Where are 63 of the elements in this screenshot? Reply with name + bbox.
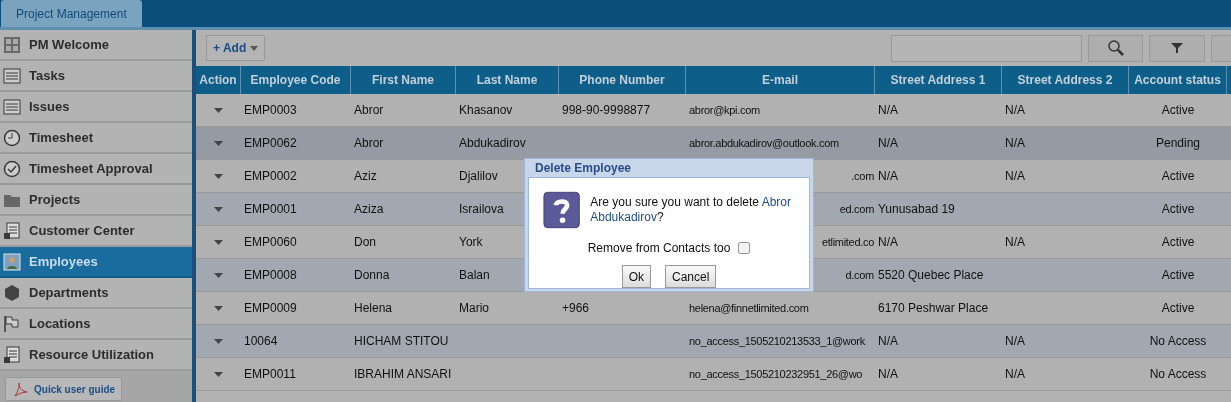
table-cell-text: Abror	[354, 135, 384, 152]
table-cell-text: .com	[851, 168, 874, 184]
checkbox-label: Remove from Contacts too	[587, 240, 731, 257]
table-cell-text: ed.com	[839, 201, 874, 217]
table-cell-text: EMP0001	[244, 201, 297, 218]
table-cell-text: Don	[354, 234, 376, 251]
table-cell-text: d.com	[845, 267, 874, 283]
table-cell-text: Active	[1161, 201, 1195, 218]
table-cell-text: N/A	[878, 168, 898, 185]
table-cell-text: Djalilov	[459, 168, 498, 185]
table-cell-text: N/A	[878, 366, 898, 383]
table-cell-text: Balan	[459, 267, 490, 284]
table-cell-text: helena@finnetlimited.com	[689, 300, 809, 316]
table-cell-text: N/A	[1005, 135, 1025, 152]
dialog-title: Delete Employee	[534, 160, 633, 177]
table-cell-text: No Access	[1149, 366, 1207, 383]
table-cell-text: Israilova	[459, 201, 504, 218]
table-cell-text: no_access_1505210232951_26@wo	[689, 366, 863, 382]
table-cell-text: Active	[1161, 102, 1195, 119]
table-cell-text: EMP0008	[244, 267, 297, 284]
table-cell-text: Active	[1161, 267, 1195, 284]
table-cell-text: N/A	[1005, 234, 1025, 251]
table-cell-text: Pending	[1155, 135, 1200, 152]
table-cell-text: Abror	[354, 102, 384, 119]
table-cell-text: Donna	[354, 267, 390, 284]
table-cell-text: Mario	[459, 300, 489, 317]
table-cell-text: EMP0011	[244, 366, 296, 383]
table-cell-text: N/A	[1005, 102, 1025, 119]
table-cell-text: HICHAM STITOU	[354, 333, 449, 350]
table-cell-text: Active	[1161, 300, 1195, 317]
table-cell-text: Active	[1161, 168, 1195, 185]
table-cell-text: Aziz	[354, 168, 377, 185]
table-cell-text: IBRAHIM ANSARI	[354, 366, 452, 383]
table-cell-text: No Access	[1149, 333, 1207, 350]
table-cell-text: 5520 Quebec Place	[878, 267, 984, 284]
table-cell-text: Active	[1161, 234, 1195, 251]
table-cell-text: 10064	[244, 333, 278, 350]
table-cell-text: Abdukadirov	[459, 135, 526, 152]
table-cell-text: 6170 Peshwar Place	[878, 300, 989, 317]
table-cell-text: no_access_1505210213533_1@work	[689, 333, 865, 349]
table-cell-text: EMP0002	[244, 168, 297, 185]
table-cell-text: Yunusabad 19	[878, 201, 955, 218]
table-cell-text: abror@kpi.com	[689, 102, 760, 118]
table-cell-text: N/A	[1005, 366, 1025, 383]
dialog-message: Are you sure you want to delete Abror Abdukadirov?	[590, 194, 793, 225]
table-cell-text: N/A	[878, 333, 898, 350]
table-cell-text: 998-90-9998877	[562, 102, 651, 119]
table-cell-text: EMP0003	[244, 102, 297, 119]
table-cell-text: EMP0009	[244, 300, 297, 317]
table-cell-text: Helena	[354, 300, 393, 317]
table-cell-text: N/A	[878, 135, 898, 152]
table-cell-text: EMP0062	[244, 135, 297, 152]
table-cell-text: Aziza	[354, 201, 384, 218]
table-cell-text: N/A	[1005, 333, 1025, 350]
table-cell-text: abror.abdukadirov@outlook.com	[689, 135, 839, 151]
table-cell-text: N/A	[1005, 168, 1025, 185]
table-cell-text: Khasanov	[459, 102, 513, 119]
table-cell-text: N/A	[878, 102, 898, 119]
table-cell-text: etlimited.co	[821, 234, 874, 250]
table-cell-text: York	[459, 234, 483, 251]
table-cell-text: N/A	[878, 234, 898, 251]
table-cell-text: +966	[562, 300, 590, 317]
table-cell-text: EMP0060	[244, 234, 297, 251]
